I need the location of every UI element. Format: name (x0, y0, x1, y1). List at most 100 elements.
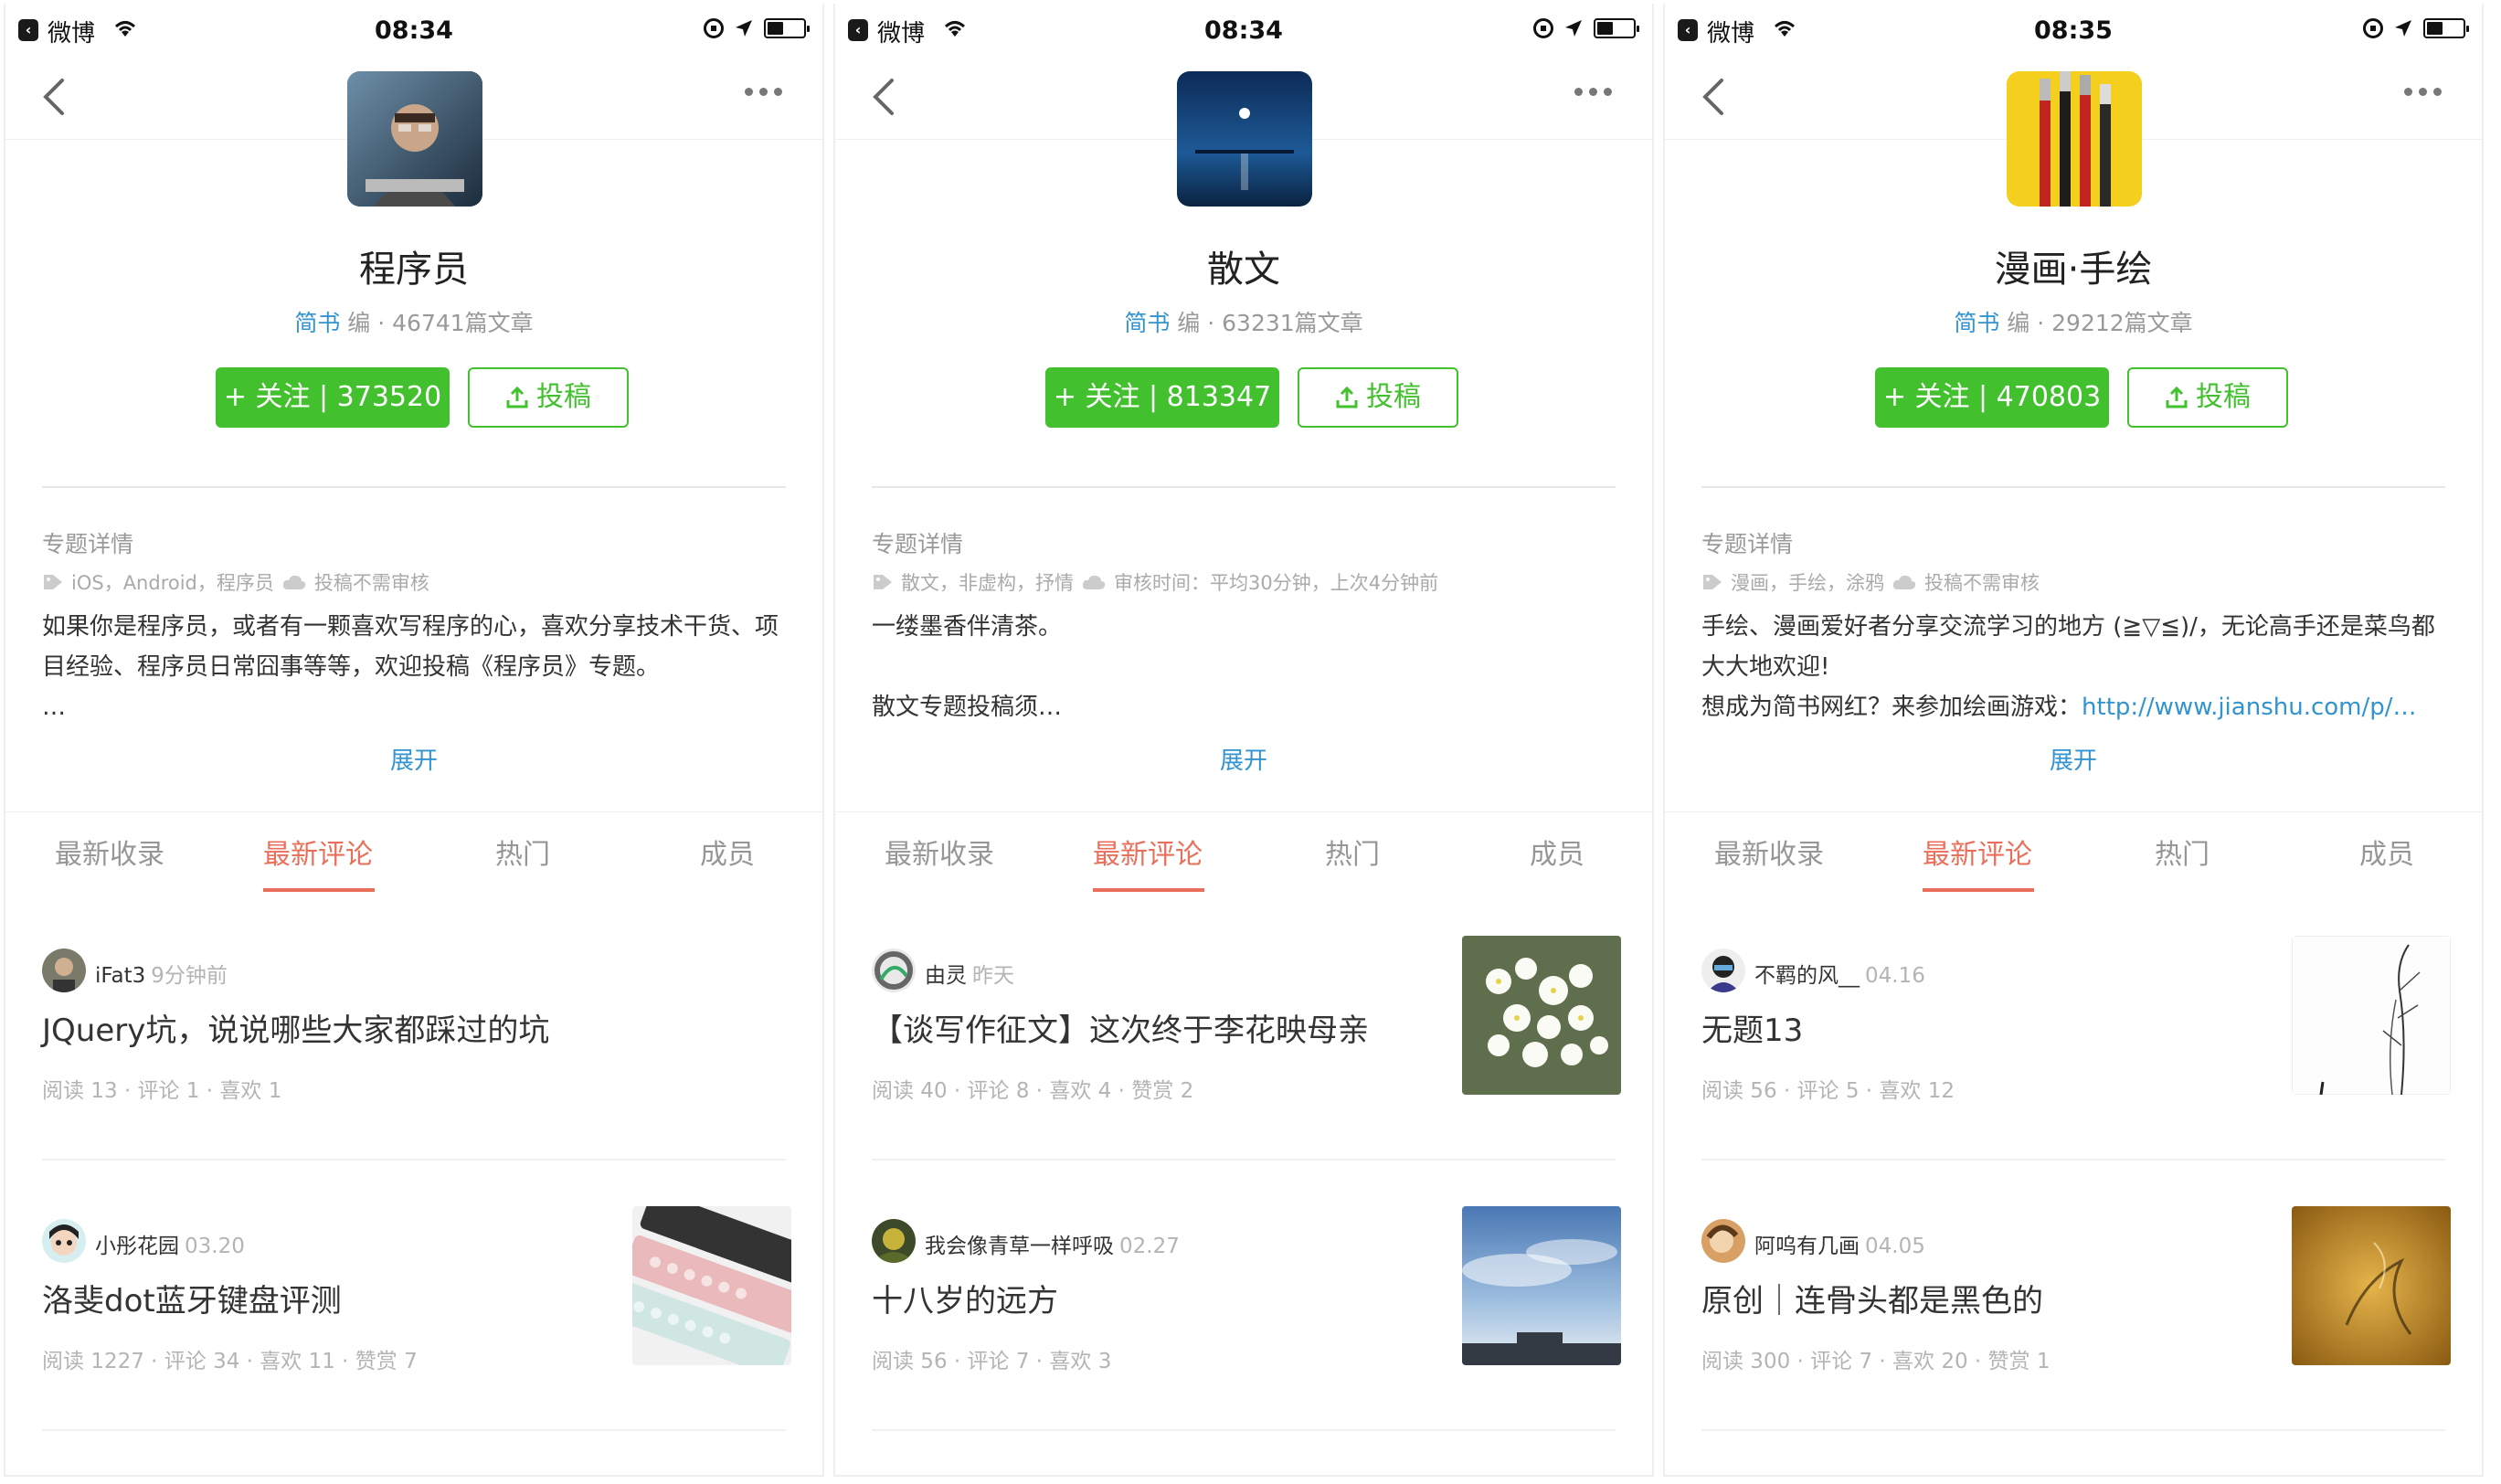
cloud-upload-icon (1082, 575, 1106, 589)
editor-link[interactable]: 简书 (1124, 310, 1170, 336)
tab-latest-included[interactable]: 最新收录 (885, 832, 994, 872)
list-item[interactable]: 我会像青草一样呼吸 02.27 十八岁的远方 阅读 56 · 评论 7 · 喜欢 … (835, 1206, 1652, 1475)
article-title[interactable]: 无题13 (1701, 1005, 1803, 1050)
more-options-icon[interactable] (1574, 88, 1612, 96)
avatar[interactable] (42, 1219, 86, 1263)
back-chevron-icon[interactable] (866, 77, 903, 117)
article-title[interactable]: JQuery坑，说说哪些大家都踩过的坑 (42, 1005, 549, 1050)
topic-title: 程序员 (359, 249, 469, 291)
article-title[interactable]: 【谈写作征文】这次终于李花映母亲 (872, 1005, 1369, 1050)
more-options-icon[interactable] (745, 88, 782, 96)
expand-link[interactable]: 展开 (1665, 742, 2482, 776)
upload-icon (506, 386, 528, 408)
article-title[interactable]: 十八岁的远方 (872, 1276, 1058, 1320)
topic-cover-image (1177, 71, 1312, 207)
author-name[interactable]: 小彤花园 03.20 (95, 1228, 245, 1259)
topic-meta: 简书 编 · 63231篇文章 (1124, 310, 1363, 336)
list-item[interactable]: 由灵 昨天 【谈写作征文】这次终于李花映母亲 阅读 40 · 评论 8 · 喜欢 … (835, 936, 1652, 1218)
expand-link[interactable]: 展开 (5, 742, 822, 776)
editor-link[interactable]: 简书 (294, 310, 340, 336)
article-stats: 阅读 1227 · 评论 34 · 喜欢 11 · 赞赏 7 (42, 1350, 418, 1373)
topic-meta: 简书 编 · 46741篇文章 (294, 310, 534, 336)
detail-heading: 专题详情 (1701, 531, 1794, 557)
phone-screen-2: ‹ 微博 08:34 散文 简书 编 · 63231篇文章 + 关注 | 813… (833, 4, 1654, 1477)
topic-description: 如果你是程序员，或者有一颗喜欢写程序的心，喜欢分享技术干货、项目经验、程序员日常… (42, 613, 779, 721)
detail-heading: 专题详情 (42, 531, 134, 557)
cloud-upload-icon (1892, 575, 1916, 589)
rotation-lock-icon (704, 18, 724, 38)
more-options-icon[interactable] (2404, 88, 2442, 96)
topic-cover-image (2007, 71, 2142, 207)
article-title[interactable]: 洛斐dot蓝牙键盘评测 (42, 1276, 342, 1320)
tab-latest-included[interactable]: 最新收录 (55, 832, 164, 872)
tab-members[interactable]: 成员 (1530, 832, 1584, 872)
status-bar: ‹ 微博 08:35 (1665, 4, 2482, 58)
expand-link[interactable]: 展开 (835, 742, 1652, 776)
topic-description: 一缕墨香伴清茶。 散文专题投稿须… (872, 613, 1063, 721)
article-stats: 阅读 40 · 评论 8 · 喜欢 4 · 赞赏 2 (872, 1079, 1194, 1103)
tab-members[interactable]: 成员 (700, 832, 755, 872)
article-thumbnail[interactable] (2292, 936, 2451, 1095)
avatar[interactable] (1701, 1219, 1745, 1263)
tag-line: iOS，Android，程序员 投稿不需审核 (42, 568, 429, 596)
author-name[interactable]: 我会像青草一样呼吸 02.27 (925, 1228, 1180, 1259)
detail-heading: 专题详情 (872, 531, 964, 557)
topic-title: 漫画·手绘 (1994, 249, 2153, 291)
back-chevron-icon[interactable] (1696, 77, 1733, 117)
submit-button[interactable]: 投稿 (2127, 367, 2288, 428)
author-name[interactable]: 不羁的风__ 04.16 (1754, 958, 1925, 989)
active-tab-indicator (263, 888, 375, 892)
tab-hot[interactable]: 热门 (495, 832, 550, 872)
tag-line: 漫画，手绘，涂鸦 投稿不需审核 (1701, 568, 2040, 596)
clock: 08:34 (1204, 16, 1283, 45)
author-name[interactable]: 阿呜有几画 04.05 (1754, 1228, 1925, 1259)
upload-icon (1336, 386, 1358, 408)
article-thumbnail[interactable] (1462, 936, 1621, 1095)
list-item[interactable]: 小彤花园 03.20 洛斐dot蓝牙键盘评测 阅读 1227 · 评论 34 · … (5, 1206, 822, 1475)
active-tab-indicator (1093, 888, 1204, 892)
list-item[interactable]: 阿呜有几画 04.05 原创｜连骨头都是黑色的 阅读 300 · 评论 7 · 喜… (1665, 1206, 2482, 1475)
location-icon (736, 20, 752, 37)
screenshot-collage: ‹ 微博 08:34 程序员 简书 编 · 46741篇文章 + 关注 | 37… (0, 0, 2501, 1484)
article-stats: 阅读 300 · 评论 7 · 喜欢 20 · 赞赏 1 (1701, 1350, 2051, 1373)
cloud-upload-icon (282, 575, 306, 589)
editor-link[interactable]: 简书 (1954, 310, 1999, 336)
follow-button[interactable]: + 关注 | 470803 (1875, 367, 2109, 428)
avatar[interactable] (1701, 949, 1745, 992)
active-tab-indicator (1923, 888, 2034, 892)
follow-button[interactable]: + 关注 | 373520 (216, 367, 450, 428)
article-thumbnail[interactable] (1462, 1206, 1621, 1365)
back-chevron-icon[interactable] (37, 77, 73, 117)
avatar[interactable] (42, 949, 86, 992)
list-item[interactable]: 不羁的风__ 04.16 无题13 阅读 56 · 评论 5 · 喜欢 12 (1665, 936, 2482, 1218)
list-item[interactable]: iFat3 9分钟前 JQuery坑，说说哪些大家都踩过的坑 阅读 13 · 评论… (5, 949, 822, 1218)
phone-screen-3: ‹ 微博 08:35 漫画·手绘 简书 编 · 29212篇文章 + 关注 | … (1663, 4, 2484, 1477)
game-link[interactable]: http://www.jianshu.com/p/… (2082, 694, 2417, 721)
tag-icon (874, 575, 892, 589)
tab-latest-comments[interactable]: 最新评论 (1923, 832, 2032, 872)
tab-hot[interactable]: 热门 (1325, 832, 1380, 872)
status-bar: ‹ 微博 08:34 (835, 4, 1652, 58)
tab-latest-comments[interactable]: 最新评论 (263, 832, 373, 872)
avatar[interactable] (872, 1219, 916, 1263)
tab-members[interactable]: 成员 (2359, 832, 2414, 872)
topic-description: 手绘、漫画爱好者分享交流学习的地方 (≧▽≦)/，无论高手还是菜鸟都大大地欢迎!… (1701, 613, 2435, 721)
submit-button[interactable]: 投稿 (1298, 367, 1458, 428)
clock: 08:34 (375, 16, 453, 45)
article-thumbnail[interactable] (632, 1206, 791, 1365)
tab-latest-comments[interactable]: 最新评论 (1093, 832, 1203, 872)
follow-button[interactable]: + 关注 | 813347 (1045, 367, 1279, 428)
article-stats: 阅读 56 · 评论 5 · 喜欢 12 (1701, 1079, 1955, 1103)
author-name[interactable]: iFat3 9分钟前 (95, 958, 228, 989)
topic-meta: 简书 编 · 29212篇文章 (1954, 310, 2193, 336)
submit-button[interactable]: 投稿 (468, 367, 629, 428)
tab-hot[interactable]: 热门 (2155, 832, 2210, 872)
avatar[interactable] (872, 949, 916, 992)
article-stats: 阅读 56 · 评论 7 · 喜欢 3 (872, 1350, 1112, 1373)
article-title[interactable]: 原创｜连骨头都是黑色的 (1701, 1276, 2043, 1320)
phone-screen-1: ‹ 微博 08:34 程序员 简书 编 · 46741篇文章 + 关注 | 37… (4, 4, 824, 1477)
author-name[interactable]: 由灵 昨天 (925, 958, 1014, 989)
article-thumbnail[interactable] (2292, 1206, 2451, 1365)
tab-latest-included[interactable]: 最新收录 (1714, 832, 1824, 872)
rotation-lock-icon (1533, 18, 1553, 38)
